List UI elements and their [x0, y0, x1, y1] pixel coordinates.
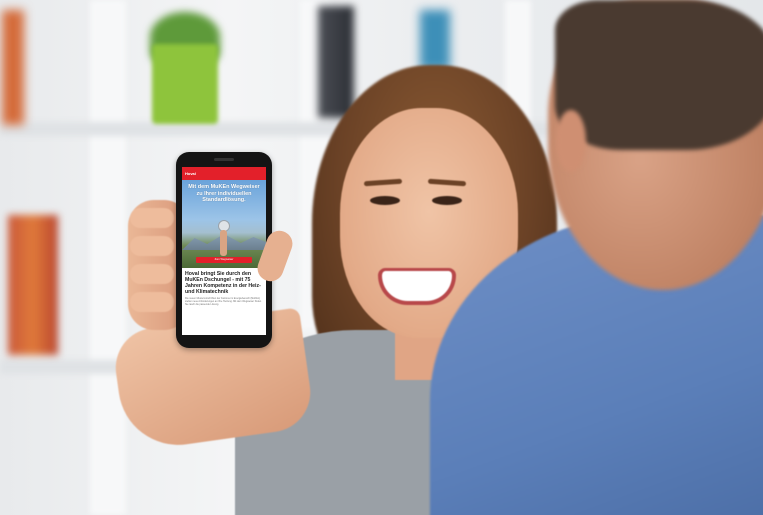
plant-pot [152, 44, 218, 124]
books [420, 10, 450, 70]
eye [370, 196, 400, 205]
finger [130, 264, 174, 284]
body-headline: Hoval bringt Sie durch den MuKEn Dschung… [185, 271, 261, 295]
books [8, 215, 58, 355]
eye [432, 196, 462, 205]
phone-screen: Hoval Mit dem MuKEn Wegweiser zu Ihrer i… [182, 167, 266, 335]
hero-banner: Mit dem MuKEn Wegweiser zu Ihrer individ… [182, 180, 266, 268]
books [2, 10, 24, 125]
phone-speaker [214, 158, 234, 161]
hero-title: Mit dem MuKEn Wegweiser zu Ihrer individ… [188, 184, 260, 203]
photo-scene: Hoval Mit dem MuKEn Wegweiser zu Ihrer i… [0, 0, 763, 515]
man-ear [556, 110, 586, 172]
smartphone: Hoval Mit dem MuKEn Wegweiser zu Ihrer i… [176, 152, 272, 348]
cta-button[interactable]: Zum Wegweiser [196, 257, 252, 263]
man-hair [555, 0, 763, 150]
finger [130, 208, 174, 228]
books [318, 6, 354, 118]
hand-holding-compass [220, 230, 227, 256]
body-text: Die neuen Mustervorschriften der Kantone… [185, 297, 262, 307]
shelf-post [90, 0, 126, 515]
finger [130, 236, 174, 256]
finger [130, 292, 174, 312]
app-header: Hoval [182, 167, 266, 180]
